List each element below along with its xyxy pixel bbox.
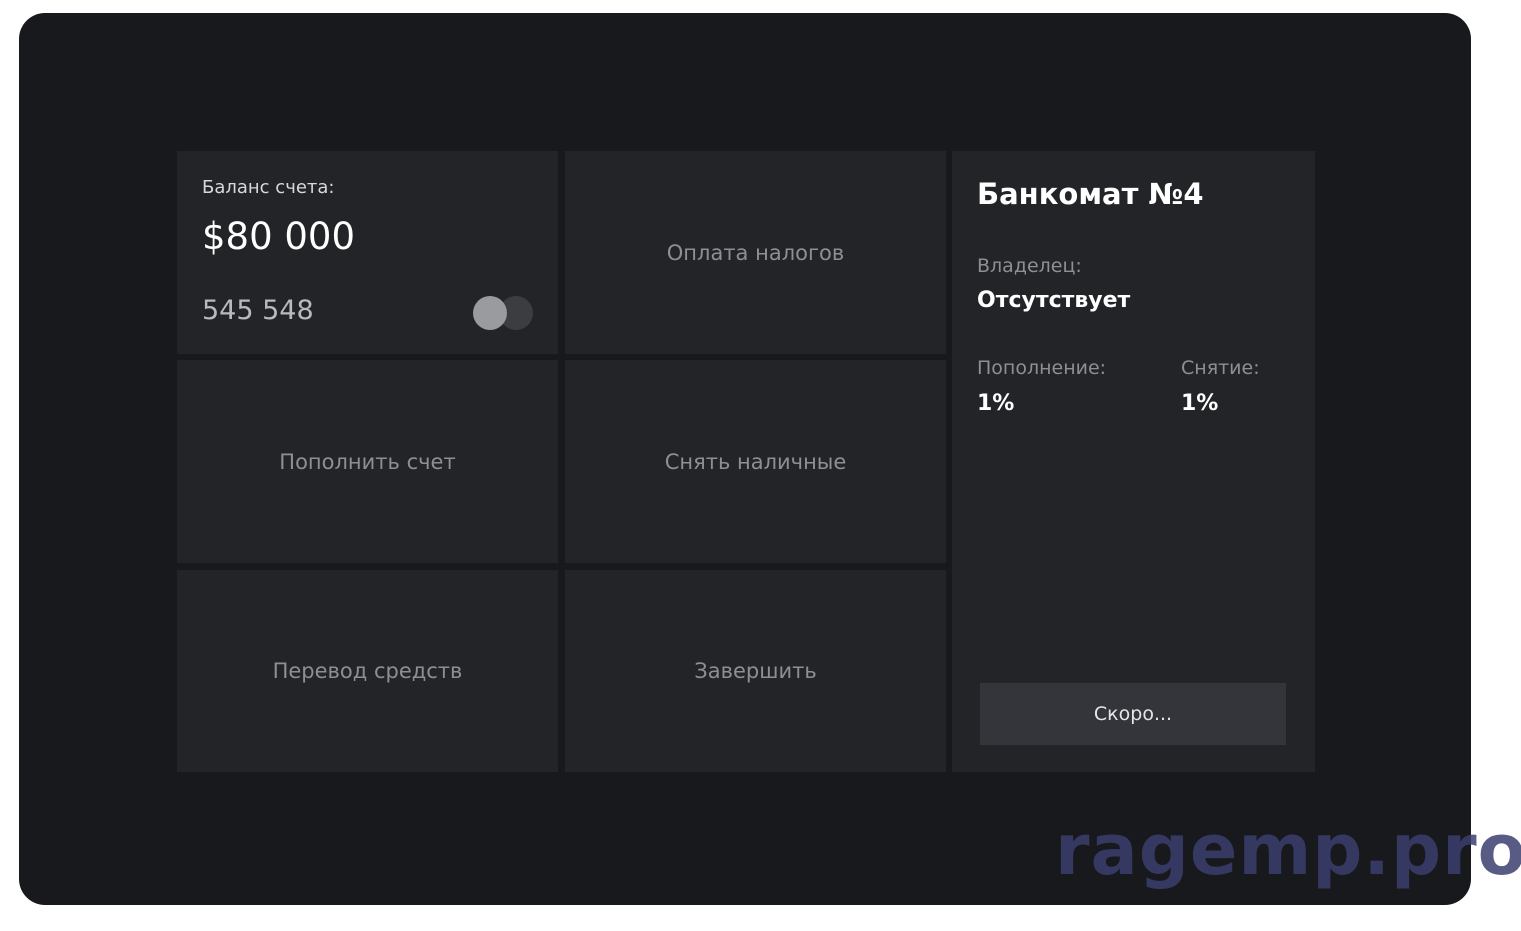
- atm-info-panel: Банкомат №4 Владелец: Отсутствует Пополн…: [952, 151, 1315, 772]
- card-number: 545 548: [202, 295, 314, 326]
- balance-label: Баланс счета:: [202, 177, 335, 198]
- transfer-funds-button[interactable]: Перевод средств: [177, 570, 558, 772]
- balance-amount: $80 000: [202, 215, 356, 258]
- balance-card: Баланс счета: $80 000 545 548: [177, 151, 558, 354]
- pay-taxes-button[interactable]: Оплата налогов: [565, 151, 946, 354]
- card-brand-circle-left: [473, 296, 507, 330]
- atm-title: Банкомат №4: [977, 177, 1204, 211]
- atm-window: Баланс счета: $80 000 545 548 Оплата нал…: [19, 13, 1471, 905]
- deposit-button[interactable]: Пополнить счет: [177, 360, 558, 563]
- soon-button[interactable]: Скоро...: [980, 683, 1286, 745]
- owner-value: Отсутствует: [977, 288, 1131, 313]
- watermark: ragemp.pro: [1055, 809, 1521, 891]
- owner-label: Владелец:: [977, 255, 1082, 277]
- withdraw-cash-button[interactable]: Снять наличные: [565, 360, 946, 563]
- withdraw-fee-label: Снятие:: [1181, 357, 1260, 379]
- withdraw-fee-value: 1%: [1181, 391, 1219, 416]
- deposit-fee-label: Пополнение:: [977, 357, 1107, 379]
- finish-button[interactable]: Завершить: [565, 570, 946, 772]
- deposit-fee-value: 1%: [977, 391, 1015, 416]
- card-brand-circles-icon: [473, 296, 535, 330]
